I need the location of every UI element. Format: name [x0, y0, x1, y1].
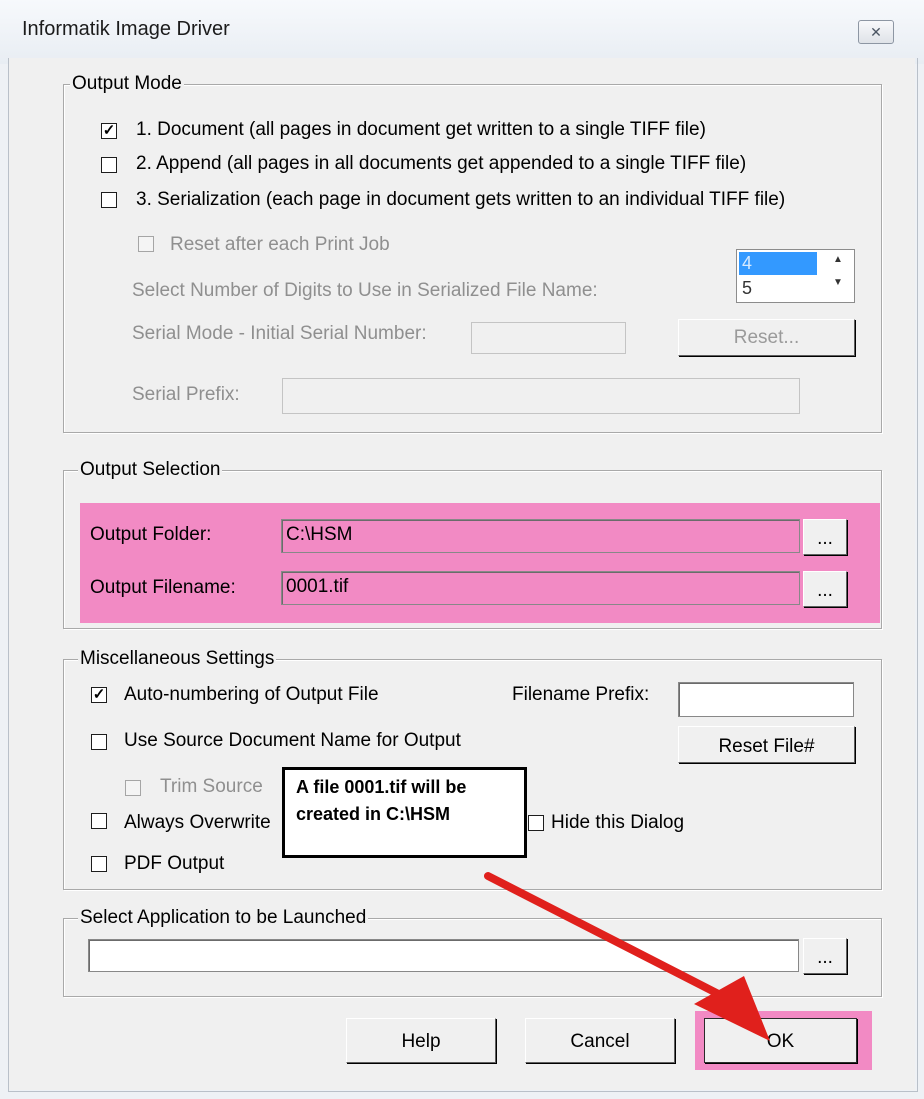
annotation-arrow [484, 872, 770, 1041]
arrow-shaft [484, 872, 742, 1008]
